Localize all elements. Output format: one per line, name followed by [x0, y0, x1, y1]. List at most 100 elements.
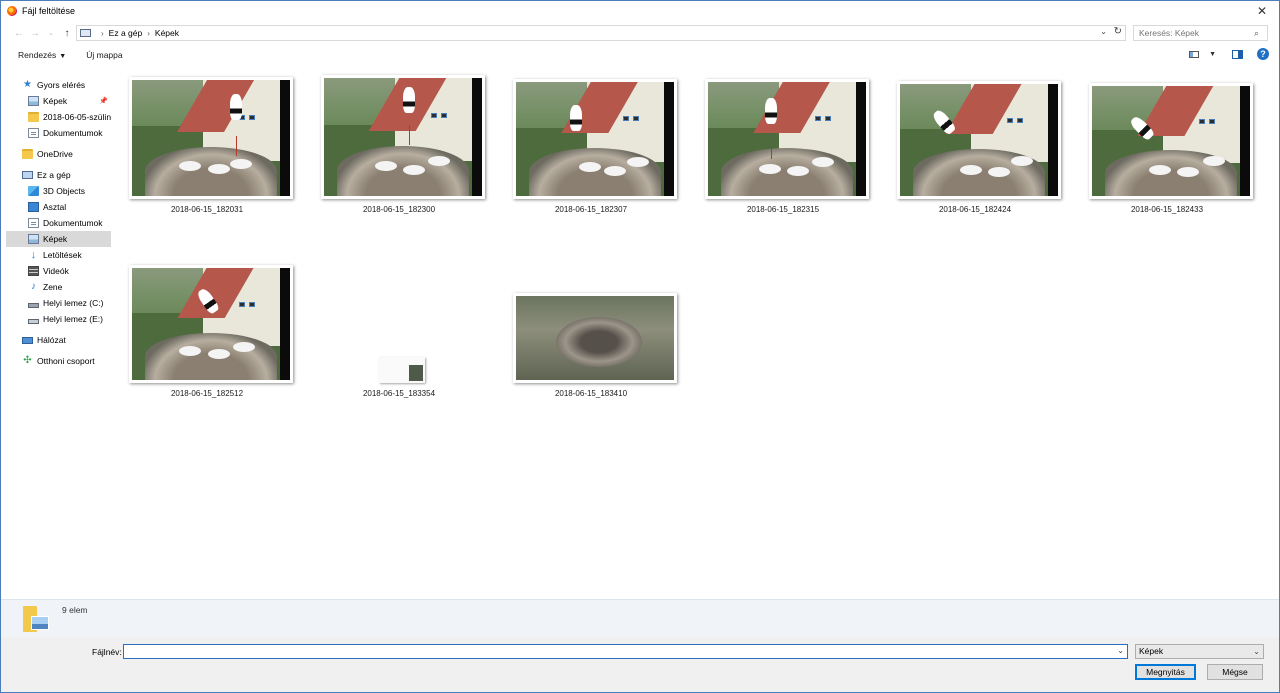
sidebar-item-label: Képek	[43, 234, 68, 244]
new-folder-button[interactable]: Új mappa	[86, 50, 122, 60]
sidebar-item-drive-e[interactable]: Helyi lemez (E:)	[6, 311, 111, 327]
sidebar-item-label: Helyi lemez (E:)	[43, 314, 103, 324]
open-button[interactable]: Megnyitás	[1135, 664, 1196, 680]
sidebar-item-label: Zene	[43, 282, 63, 292]
file-item[interactable]: 2018-06-15_183410	[503, 255, 679, 405]
file-type-value: Képek	[1139, 646, 1164, 656]
filename-label: Fájlnév:	[92, 647, 122, 657]
mini-photo	[409, 365, 423, 381]
sidebar-item-downloads[interactable]: ↓ Letöltések	[6, 247, 111, 263]
stork-nest-photo	[900, 84, 1058, 196]
drive-icon	[28, 318, 39, 324]
filename-field[interactable]: ⌄	[123, 644, 1128, 659]
chevron-right-icon[interactable]: ›	[147, 29, 150, 38]
file-thumbnail	[129, 265, 293, 383]
breadcrumb-this-pc[interactable]: Ez a gép	[109, 28, 143, 38]
firefox-icon	[7, 6, 17, 16]
dialog-footer: Fájlnév: ⌄ Képek ⌄ Megnyitás Mégse	[1, 637, 1279, 692]
toolbar-right: ▼ ?	[1189, 48, 1269, 60]
command-toolbar: Rendezés ▼ Új mappa ▼ ?	[1, 45, 1279, 65]
sidebar-item-this-pc[interactable]: Ez a gép	[6, 167, 111, 183]
sidebar-item-label: Hálózat	[37, 335, 66, 345]
search-input[interactable]	[1139, 28, 1254, 38]
filename-input[interactable]	[124, 645, 1109, 658]
vertical-scrollbar[interactable]	[1269, 67, 1279, 597]
caret-down-icon[interactable]: ▼	[1209, 51, 1216, 58]
sidebar-item-label: Képek	[43, 96, 68, 106]
sidebar-item-pictures[interactable]: Képek	[6, 231, 111, 247]
sidebar-item-drive-c[interactable]: Helyi lemez (C:)	[6, 295, 111, 311]
preview-pane-icon[interactable]	[1232, 49, 1243, 59]
file-thumbnail	[513, 79, 677, 199]
chevron-down-icon[interactable]: ⌄	[1117, 646, 1124, 655]
file-name: 2018-06-15_182315	[746, 205, 820, 214]
pictures-folder-icon	[23, 606, 49, 632]
address-bar[interactable]: › Ez a gép › Képek ⌄ ↻	[76, 25, 1126, 41]
file-item[interactable]: 2018-06-15_182433	[1079, 67, 1255, 217]
file-item[interactable]: 2018-06-15_182307	[503, 67, 679, 217]
sidebar-item-network[interactable]: Hálózat	[6, 332, 111, 348]
help-icon[interactable]: ?	[1257, 48, 1269, 60]
sidebar-item-label: Videók	[43, 266, 69, 276]
forward-arrow-icon[interactable]: →	[27, 28, 43, 39]
sidebar-item-documents-pinned[interactable]: Dokumentumok	[6, 125, 111, 141]
file-thumbnail	[897, 81, 1061, 199]
desktop-icon	[28, 202, 39, 212]
pc-icon	[80, 29, 91, 37]
sidebar-item-3d-objects[interactable]: 3D Objects	[6, 183, 111, 199]
pin-icon[interactable]: 📌	[99, 97, 108, 105]
file-name: 2018-06-15_183354	[362, 389, 436, 398]
stork-nest-photo	[132, 268, 290, 380]
file-item[interactable]: 2018-06-15_182512	[119, 255, 295, 405]
documents-icon	[28, 218, 39, 228]
forest-nest-photo	[516, 296, 674, 380]
back-arrow-icon[interactable]: ←	[11, 28, 27, 39]
file-item[interactable]: 2018-06-15_182315	[695, 67, 871, 217]
file-name: 2018-06-15_182300	[362, 205, 436, 214]
sidebar-item-birthday-folder[interactable]: 2018-06-05-szülinap	[6, 109, 111, 125]
file-item[interactable]: 2018-06-15_183354	[311, 255, 487, 405]
file-name: 2018-06-15_182424	[938, 205, 1012, 214]
sidebar-item-label: OneDrive	[37, 149, 73, 159]
file-name: 2018-06-15_183410	[554, 389, 628, 398]
sidebar-item-videos[interactable]: Videók	[6, 263, 111, 279]
organize-button[interactable]: Rendezés ▼	[18, 50, 66, 60]
sidebar-item-pictures-pinned[interactable]: Képek 📌	[6, 93, 111, 109]
breadcrumb-pictures[interactable]: Képek	[155, 28, 179, 38]
sidebar-item-label: Dokumentumok	[43, 128, 103, 138]
sidebar-item-homegroup[interactable]: ✣ Otthoni csoport	[6, 353, 111, 369]
navigation-bar: ← → ⌄ ↑ › Ez a gép › Képek ⌄ ↻ ⌕	[1, 22, 1279, 44]
stork-nest-photo	[516, 82, 674, 196]
documents-icon	[28, 128, 39, 138]
file-thumbnail	[129, 77, 293, 199]
file-item[interactable]: 2018-06-15_182031	[119, 67, 295, 217]
chevron-down-icon[interactable]: ⌄	[1100, 27, 1107, 36]
file-upload-dialog: Fájl feltöltése ✕ ← → ⌄ ↑ › Ez a gép › K…	[0, 0, 1280, 693]
file-list: 2018-06-15_182031 2018-06-15_182300 2018…	[119, 67, 1267, 597]
chevron-right-icon[interactable]: ›	[101, 29, 104, 38]
sidebar-item-documents[interactable]: Dokumentumok	[6, 215, 111, 231]
video-icon	[28, 266, 39, 276]
close-icon[interactable]: ✕	[1257, 4, 1267, 18]
sidebar-item-music[interactable]: ♪ Zene	[6, 279, 111, 295]
recent-locations-icon[interactable]: ⌄	[43, 29, 59, 37]
sidebar-item-label: Ez a gép	[37, 170, 71, 180]
cancel-button[interactable]: Mégse	[1207, 664, 1263, 680]
up-arrow-icon[interactable]: ↑	[59, 28, 75, 39]
chevron-down-icon[interactable]: ⌄	[1253, 645, 1260, 658]
stork-nest-photo	[1092, 86, 1250, 196]
file-item[interactable]: 2018-06-15_182300	[311, 67, 487, 217]
sidebar-item-quick-access[interactable]: ★ Gyors elérés	[6, 77, 111, 93]
sidebar-item-onedrive[interactable]: OneDrive	[6, 146, 111, 162]
refresh-icon[interactable]: ↻	[1114, 26, 1122, 37]
search-icon[interactable]: ⌕	[1254, 28, 1259, 39]
sidebar-item-label: Helyi lemez (C:)	[43, 298, 104, 308]
file-type-select[interactable]: Képek ⌄	[1135, 644, 1264, 659]
search-box[interactable]: ⌕	[1133, 25, 1268, 41]
file-name: 2018-06-15_182307	[554, 205, 628, 214]
file-item[interactable]: 2018-06-15_182424	[887, 67, 1063, 217]
file-name: 2018-06-15_182031	[170, 205, 244, 214]
view-options-icon[interactable]	[1189, 50, 1200, 58]
sidebar-item-desktop[interactable]: Asztal	[6, 199, 111, 215]
pictures-icon	[28, 234, 39, 244]
